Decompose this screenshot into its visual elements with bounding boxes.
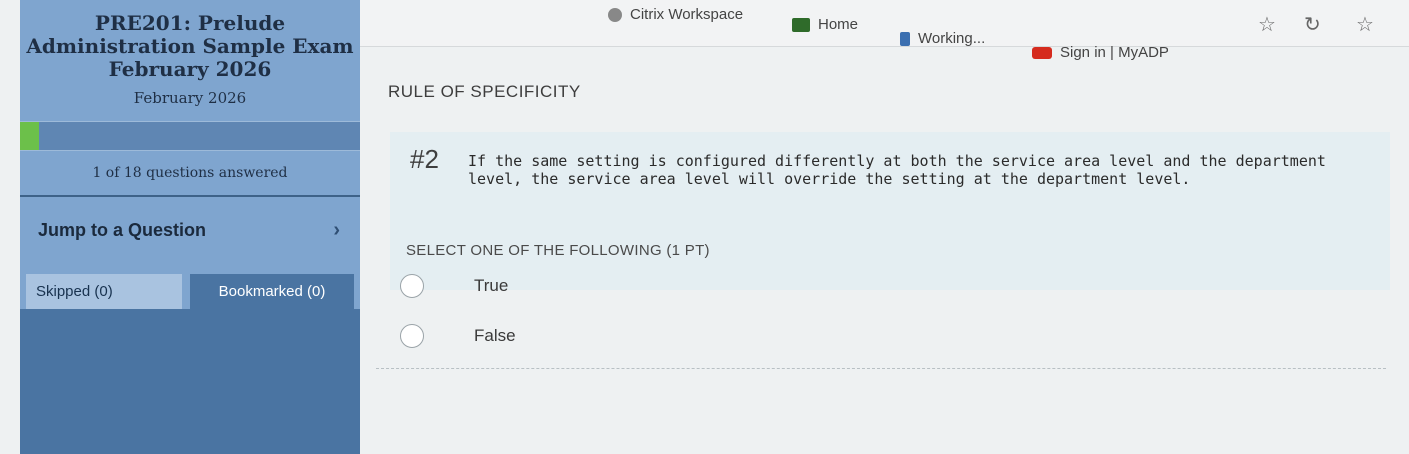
option-label: False xyxy=(474,326,516,345)
progress-section xyxy=(20,121,360,157)
favorites-icon[interactable]: ☆ xyxy=(1356,12,1374,37)
filter-tabs: Skipped (0) Bookmarked (0) xyxy=(20,264,360,309)
jump-label: Jump to a Question xyxy=(38,220,207,240)
exam-title: PRE201: Prelude Administration Sample Ex… xyxy=(26,11,354,81)
option-true[interactable]: True xyxy=(400,274,508,298)
question-text: If the same setting is configured differ… xyxy=(468,152,1326,188)
citrix-icon xyxy=(608,7,622,22)
jump-to-question-button[interactable]: Jump to a Question › xyxy=(20,197,360,264)
exam-date: February 2026 xyxy=(133,89,247,107)
progress-bar xyxy=(20,121,360,151)
star-icon[interactable]: ☆ xyxy=(1258,12,1276,37)
section-title: RULE OF SPECIFICITY xyxy=(388,82,581,101)
chevron-right-icon: › xyxy=(333,219,340,241)
exam-sidebar: PRE201: Prelude Administration Sample Ex… xyxy=(20,0,360,454)
answered-count: 1 of 18 questions answered xyxy=(20,157,360,197)
bookmark-working[interactable]: Working... xyxy=(900,30,985,47)
divider xyxy=(376,368,1386,369)
option-label: True xyxy=(474,276,509,295)
working-bookmark-icon xyxy=(900,31,910,46)
question-number: #2 xyxy=(410,144,439,174)
tab-bookmarked[interactable]: Bookmarked (0) xyxy=(190,274,354,309)
radio-button[interactable] xyxy=(400,274,424,298)
refresh-icon[interactable]: ↻ xyxy=(1304,12,1321,37)
progress-fill xyxy=(20,122,39,150)
question-panel: RULE OF SPECIFICITY #2 If the same setti… xyxy=(360,46,1409,454)
home-bookmark-icon xyxy=(792,17,810,32)
exam-header: PRE201: Prelude Administration Sample Ex… xyxy=(20,0,360,121)
tab-skipped[interactable]: Skipped (0) xyxy=(26,274,182,309)
radio-button[interactable] xyxy=(400,324,424,348)
select-instruction: SELECT ONE OF THE FOLLOWING (1 PT) xyxy=(406,242,710,259)
bookmark-citrix[interactable]: Citrix Workspace xyxy=(608,6,743,23)
option-false[interactable]: False xyxy=(400,324,516,348)
bookmarks-bar: Citrix Workspace Home Working... xyxy=(360,0,1409,47)
question-box: #2 If the same setting is configured dif… xyxy=(390,132,1390,290)
bookmark-home[interactable]: Home xyxy=(792,16,858,33)
